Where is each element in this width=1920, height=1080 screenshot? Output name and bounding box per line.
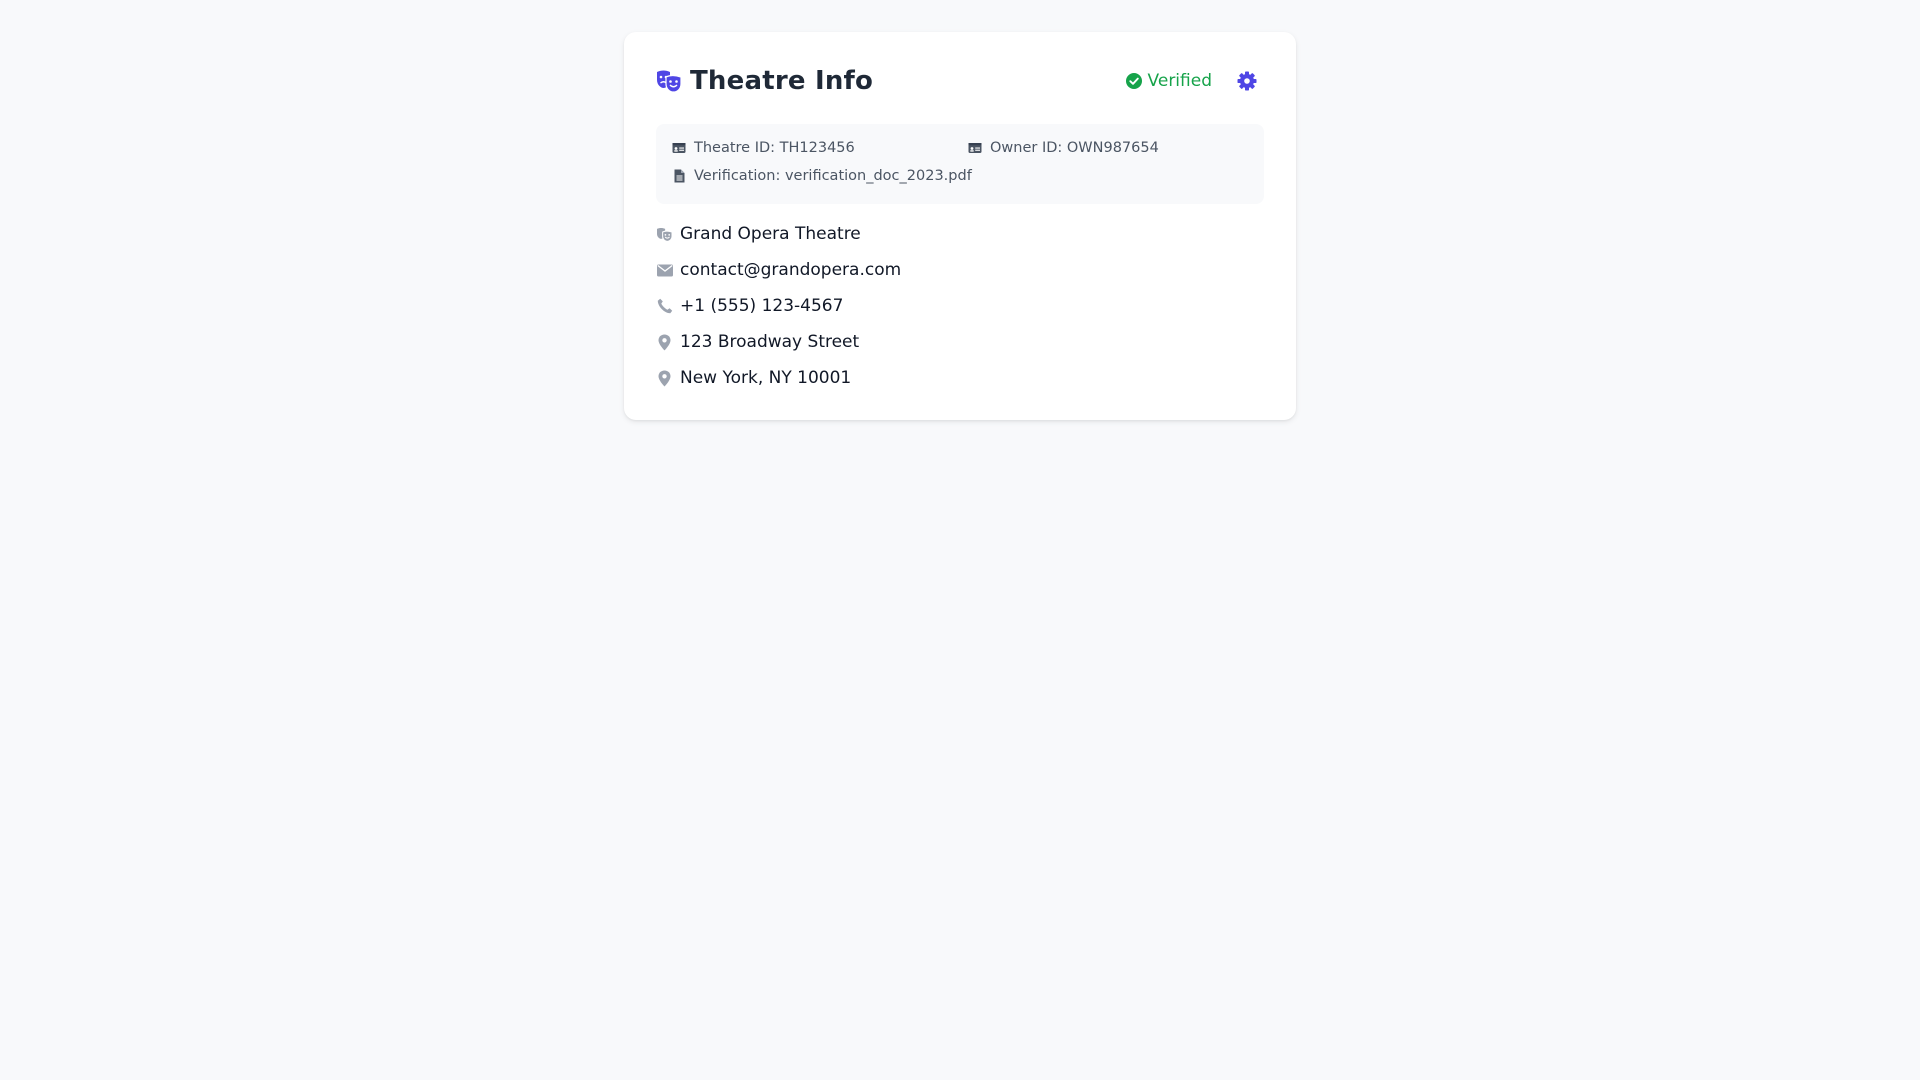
file-icon — [672, 169, 686, 183]
gear-icon — [1237, 71, 1257, 91]
phone-icon — [656, 298, 673, 315]
envelope-icon — [656, 262, 673, 279]
contact-details: Grand Opera Theatre contact@grandopera.c… — [656, 222, 1264, 390]
street-text: 123 Broadway Street — [680, 332, 860, 352]
header-actions: Verified — [1126, 70, 1264, 92]
detail-theatre-name: Grand Opera Theatre — [656, 222, 1264, 246]
email-text: contact@grandopera.com — [680, 260, 902, 280]
meta-panel: Theatre ID: TH123456 Owner ID: OWN987654 — [656, 124, 1264, 204]
owner-id-text: Owner ID: OWN987654 — [990, 140, 1159, 156]
theatre-id-text: Theatre ID: TH123456 — [694, 140, 855, 156]
meta-row-ids: Theatre ID: TH123456 Owner ID: OWN987654 — [672, 138, 1248, 158]
map-pin-icon — [656, 370, 673, 387]
detail-city: New York, NY 10001 — [656, 366, 1264, 390]
theater-masks-icon — [656, 68, 682, 94]
detail-email: contact@grandopera.com — [656, 258, 1264, 282]
owner-id-item: Owner ID: OWN987654 — [968, 140, 1159, 156]
detail-phone: +1 (555) 123-4567 — [656, 294, 1264, 318]
verified-label: Verified — [1147, 71, 1212, 91]
card-header: Theatre Info Verified — [656, 64, 1264, 98]
page-title: Theatre Info — [690, 66, 874, 96]
check-circle-icon — [1126, 73, 1143, 90]
verification-item: Verification: verification_doc_2023.pdf — [672, 168, 972, 184]
id-card-icon — [672, 141, 686, 155]
settings-button[interactable] — [1236, 70, 1258, 92]
title-group: Theatre Info — [656, 66, 873, 96]
theatre-name: Grand Opera Theatre — [680, 224, 861, 244]
theatre-id-item: Theatre ID: TH123456 — [672, 140, 968, 156]
meta-row-verification: Verification: verification_doc_2023.pdf — [672, 166, 1248, 186]
detail-street: 123 Broadway Street — [656, 330, 1264, 354]
map-pin-icon — [656, 334, 673, 351]
id-card-icon — [968, 141, 982, 155]
verified-badge: Verified — [1126, 71, 1212, 91]
city-text: New York, NY 10001 — [680, 368, 852, 388]
theater-masks-icon — [656, 226, 673, 243]
phone-text: +1 (555) 123-4567 — [680, 296, 844, 316]
theatre-info-card: Theatre Info Verified Theatre ID: TH1234… — [624, 32, 1296, 420]
verification-text: Verification: verification_doc_2023.pdf — [694, 168, 972, 184]
